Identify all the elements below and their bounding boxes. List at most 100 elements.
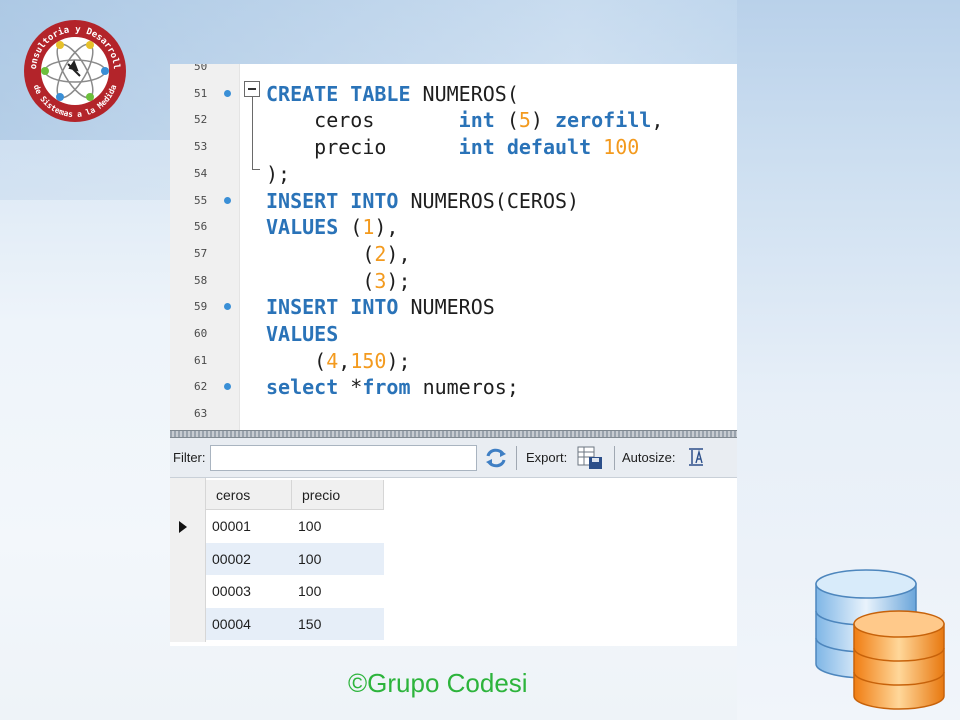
line-number: 50: [194, 64, 208, 73]
copyright-footer: ©Grupo Codesi: [348, 668, 528, 698]
code-text: INSERT INTO NUMEROS: [266, 294, 495, 320]
code-token: ): [530, 108, 556, 133]
refresh-icon[interactable]: [484, 447, 508, 469]
autosize-icon[interactable]: [686, 447, 706, 467]
company-logo: Consultoria y Desarrollo de Sistemas a l…: [19, 11, 128, 124]
code-line[interactable]: 53 precio int default 100: [170, 134, 737, 161]
code-text: ceros int (5) zerofill,: [266, 107, 663, 133]
code-line[interactable]: 50: [170, 64, 737, 81]
code-line[interactable]: 57 (2),: [170, 241, 737, 268]
code-token: precio: [266, 135, 459, 160]
column-header-precio[interactable]: precio: [292, 480, 384, 510]
code-token: NUMEROS: [410, 295, 495, 320]
code-token: 100: [603, 135, 640, 160]
code-text: VALUES: [266, 321, 338, 347]
table-cell-precio[interactable]: 150: [292, 608, 384, 640]
database-icon: [812, 566, 946, 714]
current-row-marker-icon: [179, 521, 187, 533]
editor-results-splitter[interactable]: [170, 430, 737, 438]
code-token: (: [350, 215, 363, 240]
line-number: 63: [194, 407, 208, 421]
code-token: ),: [374, 215, 399, 240]
filter-label: Filter:: [173, 450, 206, 465]
code-token: );: [266, 161, 291, 186]
sql-editor[interactable]: 50 51 CREATE TABLE NUMEROS(52 ceros int (5…: [170, 64, 737, 430]
statement-marker-icon: [224, 196, 231, 204]
result-toolbar: Filter: Export: Autosize:: [170, 438, 737, 478]
table-cell-ceros[interactable]: 00002: [206, 543, 292, 575]
toolbar-divider: [516, 446, 517, 470]
row-header-column: [170, 478, 206, 642]
table-cell-precio[interactable]: 100: [292, 543, 384, 575]
table-cell-ceros[interactable]: 00003: [206, 575, 292, 607]
code-token: from: [362, 375, 423, 400]
code-token: VALUES: [266, 215, 351, 240]
code-line[interactable]: 60 VALUES: [170, 321, 737, 348]
code-text: (2),: [266, 241, 411, 267]
fold-guide: [252, 97, 253, 169]
code-token: VALUES: [266, 322, 339, 346]
code-line[interactable]: 58 (3);: [170, 268, 737, 295]
code-token: );: [386, 348, 411, 373]
code-token: NUMEROS(: [422, 81, 519, 106]
table-cell-precio[interactable]: 100: [292, 510, 384, 542]
line-number: 61: [194, 353, 208, 367]
collapse-icon[interactable]: [244, 81, 260, 97]
code-line[interactable]: 59 INSERT INTO NUMEROS: [170, 294, 737, 321]
code-text: CREATE TABLE NUMEROS(: [266, 81, 519, 107]
results-grid[interactable]: ceros precio 00001 100 00002 100 00003 100 000…: [170, 478, 737, 646]
table-cell-ceros[interactable]: 00004: [206, 608, 292, 640]
column-header-ceros[interactable]: ceros: [206, 480, 292, 510]
code-token: (: [506, 108, 519, 133]
toolbar-divider: [614, 446, 615, 470]
code-text: (3);: [266, 268, 410, 294]
code-text: precio int default 100: [266, 134, 639, 160]
code-token: CREATE TABLE: [266, 81, 423, 106]
code-line[interactable]: 55 INSERT INTO NUMEROS(CEROS): [170, 188, 737, 215]
code-token: 3: [374, 268, 387, 293]
line-number: 59: [194, 300, 208, 314]
statement-marker-icon: [224, 383, 231, 391]
export-icon[interactable]: [576, 445, 604, 471]
table-cell-precio[interactable]: 100: [292, 575, 384, 607]
line-number: 60: [194, 327, 208, 340]
line-number: 56: [194, 220, 208, 234]
code-token: (: [266, 268, 375, 293]
table-cell-ceros[interactable]: 00001: [206, 510, 292, 542]
code-token: select: [266, 375, 351, 400]
code-line[interactable]: 63: [170, 401, 737, 428]
code-line[interactable]: 56 VALUES (1),: [170, 214, 737, 241]
code-line[interactable]: 52 ceros int (5) zerofill,: [170, 107, 737, 134]
line-number: 55: [194, 193, 208, 207]
line-number: 57: [194, 246, 208, 260]
code-token: INSERT INTO: [266, 188, 411, 213]
line-number: 52: [194, 113, 208, 127]
code-line[interactable]: 62 select *from numeros;: [170, 374, 737, 401]
filter-input[interactable]: [210, 445, 477, 471]
code-text: INSERT INTO NUMEROS(CEROS): [266, 188, 579, 214]
code-token: int: [458, 108, 507, 133]
code-token: 1: [362, 215, 375, 240]
line-number: 54: [194, 166, 208, 180]
code-token: NUMEROS(CEROS): [410, 188, 580, 213]
code-token: 5: [518, 108, 531, 133]
line-number: 58: [194, 273, 208, 287]
code-token: (: [266, 348, 327, 373]
line-number: 53: [194, 140, 208, 154]
code-line[interactable]: 54);: [170, 161, 737, 188]
fold-guide-end: [252, 169, 260, 170]
statement-marker-icon: [224, 89, 231, 97]
code-token: 2: [374, 241, 387, 266]
code-token: zerofill: [555, 108, 652, 133]
code-line[interactable]: 61 (4,150);: [170, 348, 737, 375]
code-token: INSERT INTO: [266, 295, 411, 320]
code-token: (: [266, 241, 375, 266]
code-text: (4,150);: [266, 348, 411, 374]
code-text: );: [266, 161, 290, 187]
code-token: ),: [386, 241, 411, 266]
code-token: *: [350, 375, 363, 400]
code-token: 4: [326, 348, 339, 373]
statement-marker-icon: [224, 303, 231, 311]
code-token: int default: [458, 135, 604, 160]
line-number: 62: [194, 380, 208, 394]
